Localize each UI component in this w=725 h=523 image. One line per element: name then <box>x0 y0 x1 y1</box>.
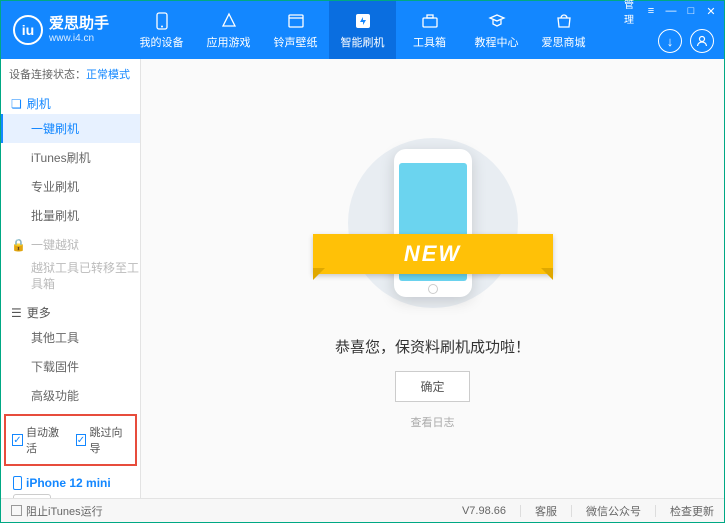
section-jailbreak: 🔒 一键越狱 <box>1 230 140 255</box>
nav-apps[interactable]: 应用游戏 <box>195 1 262 59</box>
nav-label: 铃声壁纸 <box>274 34 318 50</box>
nav-label: 我的设备 <box>140 34 184 50</box>
nav-wallpaper[interactable]: 铃声壁纸 <box>262 1 329 59</box>
tutorial-icon <box>487 11 507 31</box>
statusbar: 阻止iTunes运行 V7.98.66 客服 微信公众号 检查更新 <box>1 498 724 522</box>
section-label: 刷机 <box>27 95 51 112</box>
status-mode: 正常模式 <box>86 69 130 81</box>
success-message: 恭喜您，保资料刷机成功啦！ <box>335 336 530 357</box>
brand-name: 爱思助手 <box>49 16 109 33</box>
sidebar-item-pro[interactable]: 专业刷机 <box>1 172 140 201</box>
maximize-icon[interactable]: □ <box>684 4 698 18</box>
apps-icon <box>219 11 239 31</box>
lock-icon: 🔒 <box>11 238 26 252</box>
sidebar-item-download[interactable]: 下载固件 <box>1 352 140 381</box>
main-nav: 我的设备 应用游戏 铃声壁纸 智能刷机 工具箱 教程中心 <box>128 1 597 59</box>
support-link[interactable]: 客服 <box>535 503 557 519</box>
section-more[interactable]: ☰ 更多 <box>1 298 140 323</box>
wechat-link[interactable]: 微信公众号 <box>586 503 641 519</box>
flash-section-icon: ❏ <box>11 97 22 111</box>
store-icon <box>554 11 574 31</box>
section-flash[interactable]: ❏ 刷机 <box>1 89 140 114</box>
flash-icon <box>353 11 373 31</box>
phone-icon <box>152 11 172 31</box>
device-name-row[interactable]: iPhone 12 mini <box>13 474 132 492</box>
device-info: iPhone 12 mini 64GB Down-12mini-13,1 <box>1 470 140 498</box>
toolbox-icon <box>420 11 440 31</box>
sidebar-item-other[interactable]: 其他工具 <box>1 323 140 352</box>
phone-illustration-icon <box>394 149 472 297</box>
options-row: ✓ 自动激活 ✓ 跳过向导 <box>4 414 137 466</box>
window-controls: 管理 ≡ ― □ ✕ <box>624 4 718 18</box>
checkbox-label: 阻止iTunes运行 <box>26 503 103 519</box>
device-name: iPhone 12 mini <box>26 474 111 492</box>
checkbox-icon <box>11 505 22 516</box>
checkbox-block-itunes[interactable]: 阻止iTunes运行 <box>11 503 103 519</box>
menu-icon[interactable]: ≡ <box>644 4 658 18</box>
connection-status: 设备连接状态：正常模式 <box>1 59 140 89</box>
nav-label: 工具箱 <box>413 34 446 50</box>
section-label: 一键越狱 <box>31 236 79 253</box>
nav-label: 应用游戏 <box>207 34 251 50</box>
checkbox-icon: ✓ <box>12 434 23 446</box>
version-label: V7.98.66 <box>462 505 506 517</box>
download-icon[interactable]: ↓ <box>658 29 682 53</box>
sidebar: 设备连接状态：正常模式 ❏ 刷机 一键刷机 iTunes刷机 专业刷机 批量刷机… <box>1 59 141 498</box>
more-icon: ☰ <box>11 306 22 320</box>
logo-icon: iu <box>13 15 43 45</box>
checkbox-auto-activate[interactable]: ✓ 自动激活 <box>12 424 66 456</box>
sidebar-item-advanced[interactable]: 高级功能 <box>1 381 140 410</box>
sidebar-item-itunes[interactable]: iTunes刷机 <box>1 143 140 172</box>
nav-label: 爱思商城 <box>542 34 586 50</box>
checkbox-skip-guide[interactable]: ✓ 跳过向导 <box>76 424 130 456</box>
skin-button[interactable]: 管理 <box>624 4 638 18</box>
close-icon[interactable]: ✕ <box>704 4 718 18</box>
nav-toolbox[interactable]: 工具箱 <box>396 1 463 59</box>
update-link[interactable]: 检查更新 <box>670 503 714 519</box>
section-label: 更多 <box>27 304 51 321</box>
nav-tutorials[interactable]: 教程中心 <box>463 1 530 59</box>
nav-label: 教程中心 <box>475 34 519 50</box>
device-phone-icon <box>13 476 22 490</box>
jailbreak-note: 越狱工具已转移至工具箱 <box>1 255 140 298</box>
nav-store[interactable]: 爱思商城 <box>530 1 597 59</box>
sidebar-item-oneclick[interactable]: 一键刷机 <box>1 114 140 143</box>
brand-url: www.i4.cn <box>49 33 109 44</box>
nav-label: 智能刷机 <box>341 34 385 50</box>
main-panel: NEW 恭喜您，保资料刷机成功啦！ 确定 查看日志 <box>141 59 724 498</box>
ok-button[interactable]: 确定 <box>395 371 469 402</box>
wallpaper-icon <box>286 11 306 31</box>
user-icon[interactable] <box>690 29 714 53</box>
checkbox-label: 跳过向导 <box>89 424 129 456</box>
nav-my-device[interactable]: 我的设备 <box>128 1 195 59</box>
sidebar-item-batch[interactable]: 批量刷机 <box>1 201 140 230</box>
checkbox-label: 自动激活 <box>26 424 66 456</box>
titlebar: iu 爱思助手 www.i4.cn 我的设备 应用游戏 铃声壁纸 智能刷机 <box>1 1 724 59</box>
view-log-link[interactable]: 查看日志 <box>411 414 455 430</box>
app-logo-block: iu 爱思助手 www.i4.cn <box>13 15 128 45</box>
nav-flash[interactable]: 智能刷机 <box>329 1 396 59</box>
success-illustration: NEW <box>348 128 518 318</box>
new-ribbon: NEW <box>313 234 553 274</box>
minimize-icon[interactable]: ― <box>664 4 678 18</box>
checkbox-icon: ✓ <box>76 434 87 446</box>
